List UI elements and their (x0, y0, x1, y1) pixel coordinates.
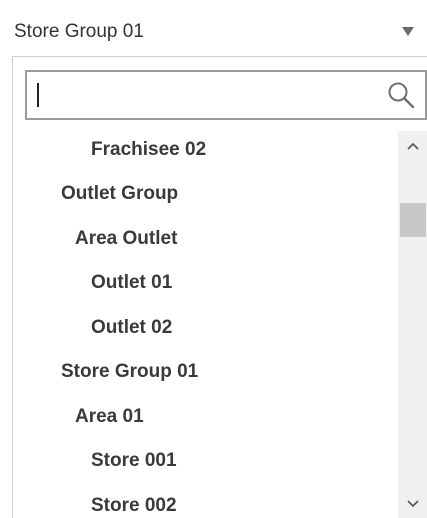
search-icon[interactable] (385, 80, 417, 112)
vertical-scrollbar[interactable] (398, 131, 427, 518)
tree-item-area-outlet[interactable]: Area Outlet (75, 228, 177, 250)
tree-item-outlet-01[interactable]: Outlet 01 (91, 272, 172, 294)
chevron-down-icon[interactable] (402, 27, 414, 36)
search-input[interactable] (25, 70, 427, 120)
scroll-up-icon[interactable] (398, 131, 427, 161)
tree-item-outlet-02[interactable]: Outlet 02 (91, 317, 172, 339)
scroll-down-icon[interactable] (398, 489, 427, 518)
tree-item-store-002[interactable]: Store 002 (91, 495, 177, 517)
tree-item-store-001[interactable]: Store 001 (91, 450, 177, 472)
store-group-combobox[interactable]: Store Group 01 (12, 10, 424, 54)
tree-item-store-group-01[interactable]: Store Group 01 (61, 361, 198, 383)
scrollbar-thumb[interactable] (400, 203, 426, 237)
dropdown-panel: Frachisee 02 Outlet Group Area Outlet Ou… (12, 56, 427, 518)
tree-select-dropdown: Store Group 01 Frachisee 02 Outlet Group… (0, 0, 427, 518)
text-caret (37, 83, 39, 107)
tree-item-frachisee-02[interactable]: Frachisee 02 (91, 139, 206, 161)
combo-selected-value: Store Group 01 (14, 21, 144, 42)
tree-item-outlet-group[interactable]: Outlet Group (61, 183, 178, 205)
tree-list: Frachisee 02 Outlet Group Area Outlet Ou… (13, 131, 398, 518)
tree-item-area-01[interactable]: Area 01 (75, 406, 144, 428)
